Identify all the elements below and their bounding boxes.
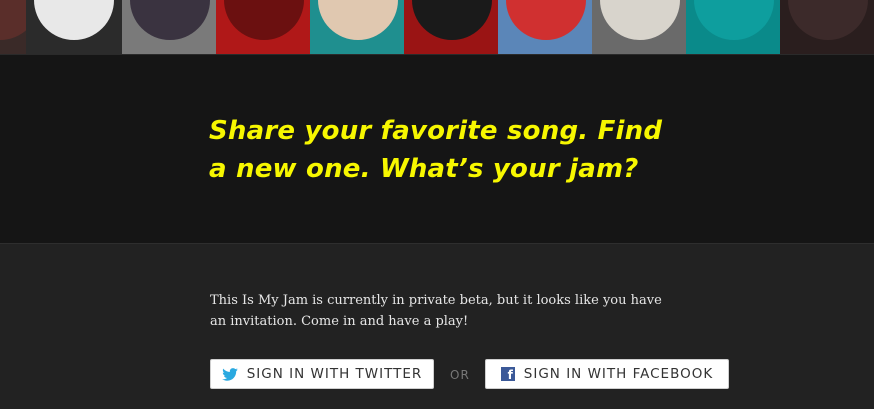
- album-tile[interactable]: [122, 0, 216, 54]
- album-art-strip: [0, 0, 874, 55]
- album-tile[interactable]: [404, 0, 498, 54]
- twitter-bird-icon: [221, 367, 238, 381]
- album-tile[interactable]: [216, 0, 310, 54]
- album-tile[interactable]: [0, 0, 26, 54]
- album-tile[interactable]: [498, 0, 592, 54]
- album-cover-art: [34, 0, 114, 40]
- album-cover-art: [0, 0, 26, 40]
- sign-in-twitter-label: SIGN IN WITH TWITTER: [246, 366, 423, 382]
- album-cover-art: [224, 0, 304, 40]
- album-cover-art: [506, 0, 586, 40]
- sign-in-facebook-label: SIGN IN WITH FACEBOOK: [523, 366, 714, 382]
- sign-in-twitter-button[interactable]: SIGN IN WITH TWITTER: [210, 359, 434, 389]
- facebook-icon: f: [500, 367, 515, 381]
- album-cover-art: [130, 0, 210, 40]
- page-headline: Share your favorite song. Find a new one…: [209, 116, 663, 184]
- or-separator: OR: [450, 368, 470, 382]
- album-tile[interactable]: [780, 0, 874, 54]
- album-cover-art: [600, 0, 680, 40]
- album-cover-art: [788, 0, 868, 40]
- hero-section: Share your favorite song. Find a new one…: [0, 55, 874, 244]
- signin-section: This Is My Jam is currently in private b…: [0, 244, 874, 409]
- album-cover-art: [412, 0, 492, 40]
- album-tile[interactable]: [686, 0, 780, 54]
- album-cover-art: [694, 0, 774, 40]
- album-tile[interactable]: [26, 0, 122, 54]
- album-tile[interactable]: [310, 0, 404, 54]
- album-tile[interactable]: [592, 0, 686, 54]
- beta-invitation-text: This Is My Jam is currently in private b…: [210, 293, 662, 329]
- album-cover-art: [318, 0, 398, 40]
- sign-in-facebook-button[interactable]: f SIGN IN WITH FACEBOOK: [485, 359, 729, 389]
